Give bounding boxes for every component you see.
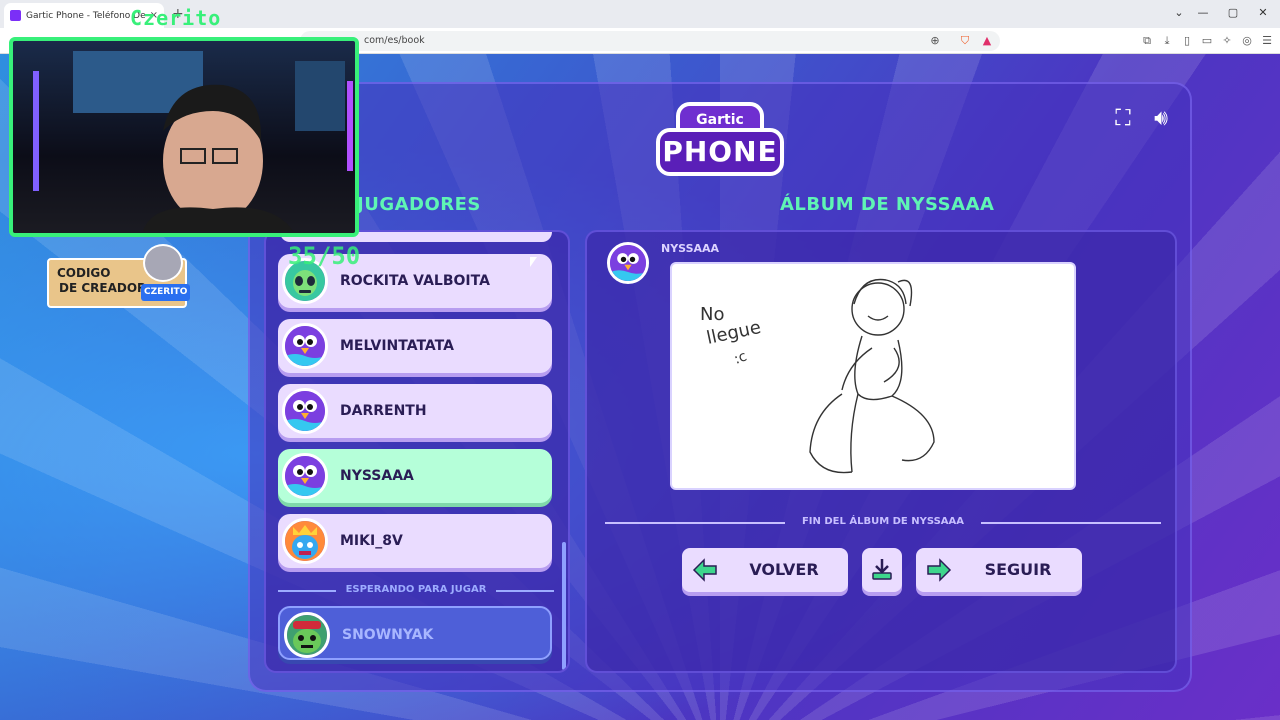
player-row[interactable]: DARRENTH <box>278 384 552 438</box>
fullscreen-icon[interactable]: ⛶ <box>1110 106 1136 132</box>
waiting-label: ESPERANDO PARA JUGAR <box>276 584 556 595</box>
creature-avatar <box>284 612 330 658</box>
next-button-label: SEGUIR <box>984 560 1052 579</box>
logo-bottom-text: PHONE <box>656 128 784 176</box>
follower-counter: 35/50 <box>288 242 361 270</box>
download-button[interactable] <box>862 548 902 592</box>
download-icon <box>872 559 892 580</box>
album-panel: NYSSAAA No llegue :c FIN DEL ÁLBUM DE NY… <box>585 230 1177 673</box>
album-author-name: NYSSAAA <box>661 242 720 255</box>
next-button[interactable]: SEGUIR <box>916 548 1082 592</box>
address-bar[interactable]: com/es/book <box>300 31 1000 51</box>
player-name: MIKI_8V <box>340 533 403 549</box>
volume-icon[interactable]: 🔊︎ <box>1148 106 1174 132</box>
stream-title: Czerito <box>130 6 222 30</box>
bird-avatar <box>282 453 328 499</box>
waiting-player-row[interactable]: SNOWNYAK <box>278 606 552 660</box>
download-icon[interactable]: ⤓ <box>1160 34 1174 48</box>
bird-avatar <box>607 242 649 284</box>
gartic-favicon-icon <box>10 10 21 21</box>
player-list[interactable]: ROCKITA VALBOITA MELVINTATATA DARRENTH N… <box>264 230 570 673</box>
brave-shield-icon[interactable]: ⛉ <box>958 34 972 48</box>
close-window-button[interactable]: ✕ <box>1253 6 1273 19</box>
webcam-overlay <box>9 37 359 237</box>
wallet-icon[interactable]: ▭ <box>1200 34 1214 48</box>
players-heading: JUGADORES <box>357 194 481 215</box>
player-name: SNOWNYAK <box>342 627 434 643</box>
album-heading: ÁLBUM DE NYSSAAA <box>780 194 995 215</box>
creator-code-badge: CODIGO DE CREADOR CZERITO <box>47 244 191 308</box>
bird-avatar <box>282 388 328 434</box>
sidebar-icon[interactable]: ▯ <box>1180 34 1194 48</box>
mouse-cursor <box>530 257 537 267</box>
king-avatar <box>282 518 328 564</box>
player-name: DARRENTH <box>340 403 427 419</box>
player-list-scrollbar[interactable] <box>562 542 566 670</box>
tab-list-icon[interactable]: ⌄ <box>1169 6 1189 19</box>
tab-title: Gartic Phone - Teléfono Descon <box>26 10 145 21</box>
player-row[interactable]: MIKI_8V <box>278 514 552 568</box>
player-name: ROCKITA VALBOITA <box>340 273 490 289</box>
arrow-left-icon <box>692 558 717 582</box>
drawing-text: :c <box>732 348 749 367</box>
gartic-phone-logo: Gartic PHONE <box>656 102 784 180</box>
drawing-canvas: No llegue :c <box>670 262 1076 490</box>
creator-tag: CZERITO <box>141 284 191 301</box>
player-row[interactable]: MELVINTATATA <box>278 319 552 373</box>
player-name: NYSSAAA <box>340 468 414 484</box>
mascot-avatar <box>143 244 183 282</box>
bird-avatar <box>282 323 328 369</box>
maximize-button[interactable]: ▢ <box>1223 6 1243 19</box>
leo-ai-icon[interactable]: ✧ <box>1220 34 1234 48</box>
player-row-active[interactable]: NYSSAAA <box>278 449 552 503</box>
brave-rewards-icon[interactable]: ▲ <box>980 34 994 48</box>
drawing-text: No <box>700 304 724 325</box>
back-button[interactable]: VOLVER <box>682 548 848 592</box>
zoom-icon[interactable]: ⊕ <box>928 34 942 48</box>
vpn-icon[interactable]: ◎ <box>1240 34 1254 48</box>
album-end-label: FIN DEL ÁLBUM DE NYSSAAA <box>605 516 1161 527</box>
menu-icon[interactable]: ☰ <box>1260 34 1274 48</box>
arrow-right-icon <box>927 558 952 582</box>
minimize-button[interactable]: — <box>1193 6 1213 19</box>
back-button-label: VOLVER <box>749 560 819 579</box>
player-name: MELVINTATATA <box>340 338 454 354</box>
extensions-icon[interactable]: ⧉ <box>1140 34 1154 48</box>
